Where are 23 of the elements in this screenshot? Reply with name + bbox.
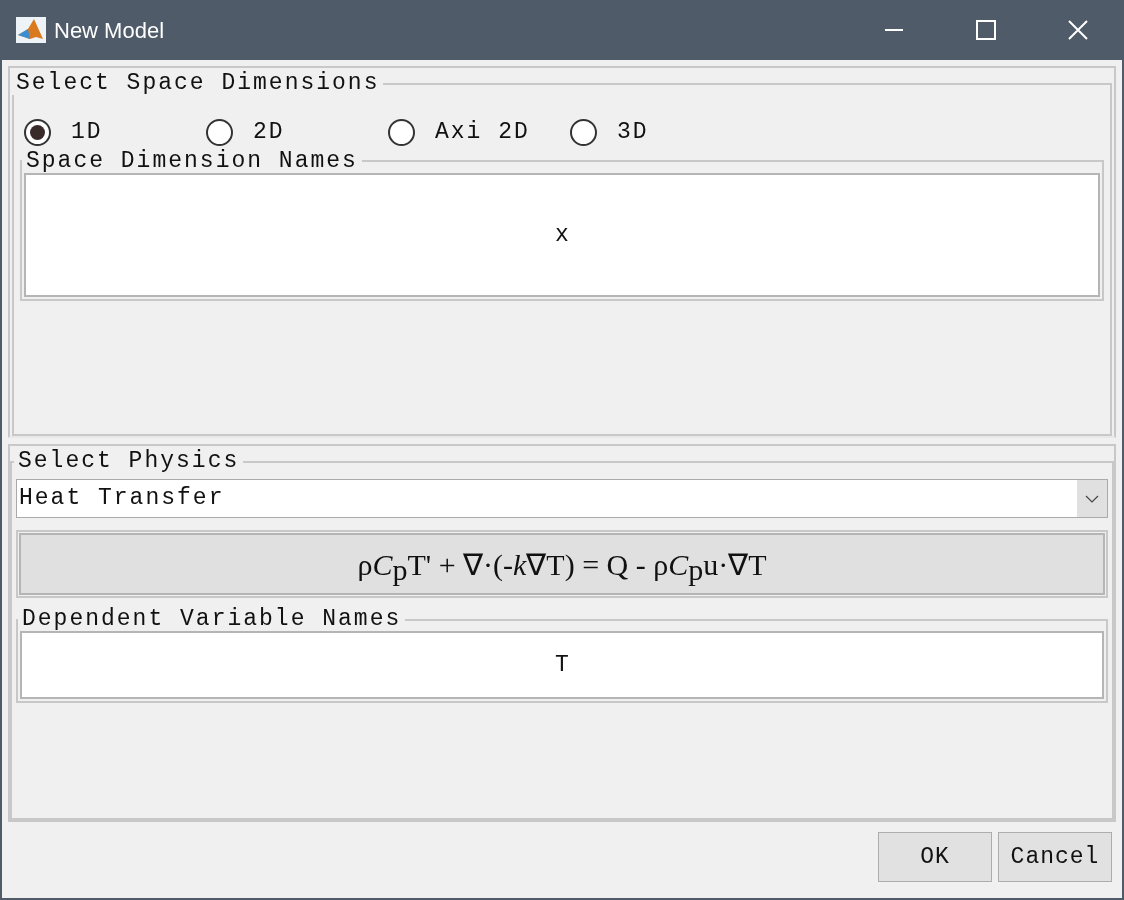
- radio-button[interactable]: [206, 118, 233, 146]
- radio-option[interactable]: 2D: [206, 115, 388, 150]
- physics-dropdown[interactable]: Heat Transfer: [16, 479, 1108, 518]
- radio-option[interactable]: 3D: [570, 115, 752, 150]
- app-logo-icon: [16, 15, 46, 45]
- dialog-button[interactable]: OK: [878, 832, 992, 882]
- chevron-down-icon: [1085, 494, 1099, 503]
- group-title: Select Space Dimensions: [15, 72, 381, 95]
- maximize-icon: [976, 20, 996, 40]
- group-title: Select Physics: [17, 450, 241, 473]
- group-title: Dependent Variable Names: [21, 608, 403, 631]
- window-title: New Model: [54, 16, 165, 45]
- minimize-icon: [885, 29, 903, 31]
- radio-option[interactable]: 1D: [24, 115, 206, 150]
- text-field[interactable]: T: [20, 631, 1104, 699]
- group-title: Space Dimension Names: [25, 149, 359, 173]
- dialog-button[interactable]: Cancel: [998, 832, 1112, 882]
- radio-button[interactable]: [24, 118, 51, 146]
- text-field[interactable]: x: [24, 172, 1100, 297]
- radio-option[interactable]: Axi 2D: [388, 115, 570, 150]
- radio-button[interactable]: [570, 118, 597, 146]
- close-icon: [1068, 20, 1088, 40]
- radio-button[interactable]: [388, 118, 415, 146]
